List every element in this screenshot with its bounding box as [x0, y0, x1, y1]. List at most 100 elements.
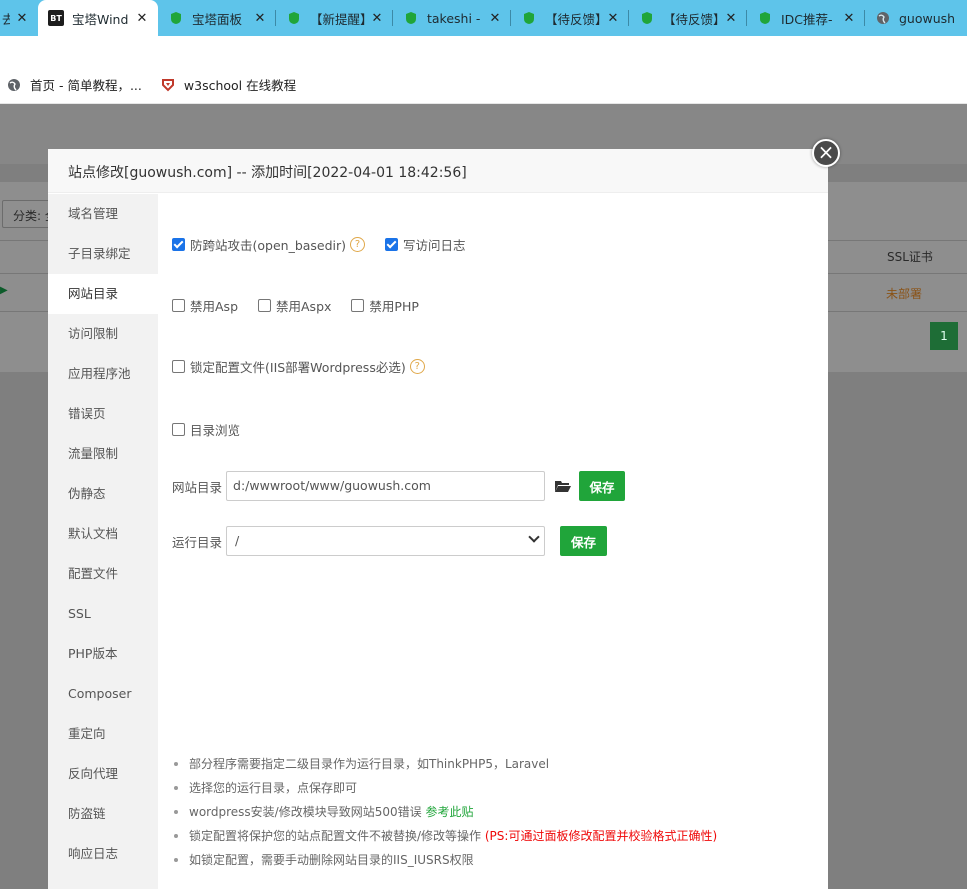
run-dir-row: 运行目录 / 保存: [172, 526, 608, 556]
tab-title: 宝塔Wind: [72, 11, 129, 27]
browser-tab[interactable]: IDC推荐- ✕: [747, 0, 865, 36]
tab-close-icon[interactable]: ✕: [841, 11, 857, 26]
tab-title: takeshi -: [427, 10, 481, 26]
disable-asp-checkbox[interactable]: [172, 299, 185, 312]
tip-text: 部分程序需要指定二级目录作为运行目录，如ThinkPHP5，Laravel: [189, 757, 550, 771]
tab-close-icon[interactable]: ✕: [14, 11, 30, 26]
bookmark-item[interactable]: 首页 - 简单教程，...: [6, 75, 142, 94]
tip-text: wordpress安装/修改模块导致网站500错误: [189, 805, 422, 819]
sidebar-item-app-pool[interactable]: 应用程序池: [48, 354, 158, 394]
bookmark-item[interactable]: w3school 在线教程: [160, 75, 296, 94]
anti-cross-checkbox[interactable]: [172, 238, 185, 251]
w3school-icon: [160, 77, 176, 93]
lock-config-checkbox[interactable]: [172, 360, 185, 373]
tab-close-icon[interactable]: ✕: [134, 11, 150, 26]
disable-asp-label: 禁用Asp: [190, 299, 238, 314]
modal-title: 站点修改[guowush.com] -- 添加时间[2022-04-01 18:…: [48, 149, 828, 193]
sidebar-item-reverse-proxy[interactable]: 反向代理: [48, 754, 158, 794]
sidebar-item-subdir[interactable]: 子目录绑定: [48, 234, 158, 274]
sidebar-item-site-dir[interactable]: 网站目录: [48, 274, 158, 314]
bt-shield-icon: [639, 10, 655, 26]
sidebar-item-error-page[interactable]: 错误页: [48, 394, 158, 434]
sidebar-item-ssl[interactable]: SSL: [48, 594, 158, 634]
site-edit-modal: 站点修改[guowush.com] -- 添加时间[2022-04-01 18:…: [48, 149, 828, 889]
sidebar-item-traffic-limit[interactable]: 流量限制: [48, 434, 158, 474]
option-row: 目录浏览: [172, 420, 240, 439]
sidebar-item-config-file[interactable]: 配置文件: [48, 554, 158, 594]
browser-tab[interactable]: 【待反馈】 ✕: [629, 0, 747, 36]
dir-browse-checkbox[interactable]: [172, 423, 185, 436]
folder-icon[interactable]: [555, 480, 572, 492]
lock-config-label: 锁定配置文件(IIS部署Wordpress必选): [190, 360, 406, 375]
run-dir-select[interactable]: /: [226, 526, 546, 556]
disable-aspx-checkbox[interactable]: [258, 299, 271, 312]
tip-text: 锁定配置将保护您的站点配置文件不被替换/修改等操作: [189, 829, 482, 843]
tab-close-icon[interactable]: ✕: [605, 11, 621, 26]
bookmark-label: 首页 - 简单教程，...: [30, 78, 142, 93]
browser-tab[interactable]: guowush: [865, 0, 967, 36]
ssl-status: 未部署: [886, 287, 923, 301]
ssl-column-header: SSL证书: [887, 250, 933, 264]
list-item: wordpress安装/修改模块导致网站500错误 参考此贴: [172, 800, 717, 824]
sidebar-item-hotlink[interactable]: 防盗链: [48, 794, 158, 834]
bookmarks-bar: 首页 - 简单教程，... w3school 在线教程: [0, 66, 967, 104]
sidebar-item-domain[interactable]: 域名管理: [48, 194, 158, 234]
tab-close-icon[interactable]: ✕: [487, 11, 503, 26]
sidebar-item-response-log[interactable]: 响应日志: [48, 834, 158, 874]
site-dir-label: 网站目录: [172, 479, 223, 495]
bt-shield-icon: [286, 10, 302, 26]
option-row: 防跨站攻击(open_basedir) ? 写访问日志: [172, 235, 466, 254]
arrow-icon: ▶: [0, 285, 8, 296]
tip-text: 选择您的运行目录，点保存即可: [189, 781, 358, 795]
run-dir-save-button[interactable]: 保存: [560, 526, 608, 556]
close-icon[interactable]: ×: [812, 139, 840, 167]
browser-tab[interactable]: takeshi - ✕: [393, 0, 511, 36]
sidebar-item-composer[interactable]: Composer: [48, 674, 158, 714]
modal-content: 防跨站攻击(open_basedir) ? 写访问日志 禁用Asp 禁用Aspx…: [158, 194, 828, 889]
bookmark-label: w3school 在线教程: [183, 78, 297, 93]
tab-close-icon[interactable]: ✕: [723, 11, 739, 26]
anti-cross-label: 防跨站攻击(open_basedir): [190, 238, 347, 253]
sidebar-item-redirect[interactable]: 重定向: [48, 714, 158, 754]
browser-tab[interactable]: 宝塔面板 ✕: [158, 0, 276, 36]
option-row: 禁用Asp 禁用Aspx 禁用PHP: [172, 296, 419, 315]
site-dir-save-button[interactable]: 保存: [579, 471, 626, 501]
sidebar-item-access-limit[interactable]: 访问限制: [48, 314, 158, 354]
disable-php-checkbox[interactable]: [351, 299, 365, 312]
disable-php-label: 禁用PHP: [369, 299, 419, 314]
option-row: 锁定配置文件(IIS部署Wordpress必选) ?: [172, 357, 425, 376]
browser-tab[interactable]: 【新提醒】 ✕: [276, 0, 393, 36]
access-log-label: 写访问日志: [403, 238, 466, 253]
tips-list: 部分程序需要指定二级目录作为运行目录，如ThinkPHP5，Laravel 选择…: [172, 752, 717, 872]
browser-tab[interactable]: 去] ✕: [0, 0, 38, 36]
list-item: 锁定配置将保护您的站点配置文件不被替换/修改等操作 (PS:可通过面板修改配置并…: [172, 824, 717, 848]
browser-tab-bar: 去] ✕ BT 宝塔Wind ✕ 宝塔面板 ✕ 【新提醒】 ✕ takeshi …: [0, 0, 967, 36]
access-log-checkbox[interactable]: [385, 238, 399, 251]
bt-shield-icon: [168, 10, 184, 26]
warning-text: (PS:可通过面板修改配置并校验格式正确性): [484, 829, 718, 843]
globe-icon: [875, 10, 891, 26]
dir-browse-label: 目录浏览: [190, 423, 241, 438]
sidebar-item-php-version[interactable]: PHP版本: [48, 634, 158, 674]
run-dir-label: 运行目录: [172, 534, 223, 550]
site-dir-row: 网站目录 d:/wwwroot/www/guowush.com 保存: [172, 471, 626, 501]
browser-tab-active[interactable]: BT 宝塔Wind ✕: [38, 0, 158, 36]
tab-close-icon[interactable]: ✕: [369, 11, 385, 26]
tab-title: guowush: [899, 10, 956, 26]
sidebar-item-default-doc[interactable]: 默认文档: [48, 514, 158, 554]
list-item: 部分程序需要指定二级目录作为运行目录，如ThinkPHP5，Laravel: [172, 752, 717, 776]
reference-link[interactable]: 参考此贴: [425, 805, 473, 819]
tab-title: 【待反馈】: [663, 11, 719, 27]
tab-close-icon[interactable]: ✕: [252, 11, 268, 26]
bt-shield-icon: [757, 10, 773, 26]
modal-sidebar: 域名管理 子目录绑定 网站目录 访问限制 应用程序池 错误页 流量限制 伪静态 …: [48, 194, 158, 889]
site-dir-input[interactable]: d:/wwwroot/www/guowush.com: [226, 471, 546, 501]
sidebar-item-rewrite[interactable]: 伪静态: [48, 474, 158, 514]
help-icon[interactable]: ?: [409, 359, 425, 374]
help-icon[interactable]: ?: [350, 237, 366, 252]
pagination-current: 1: [930, 322, 958, 350]
tip-text: 如锁定配置，需要手动删除网站目录的IIS_IUSRS权限: [189, 853, 474, 867]
browser-toolbar: [0, 36, 967, 66]
browser-tab[interactable]: 【待反馈】 ✕: [511, 0, 629, 36]
list-item: 如锁定配置，需要手动删除网站目录的IIS_IUSRS权限: [172, 848, 717, 872]
